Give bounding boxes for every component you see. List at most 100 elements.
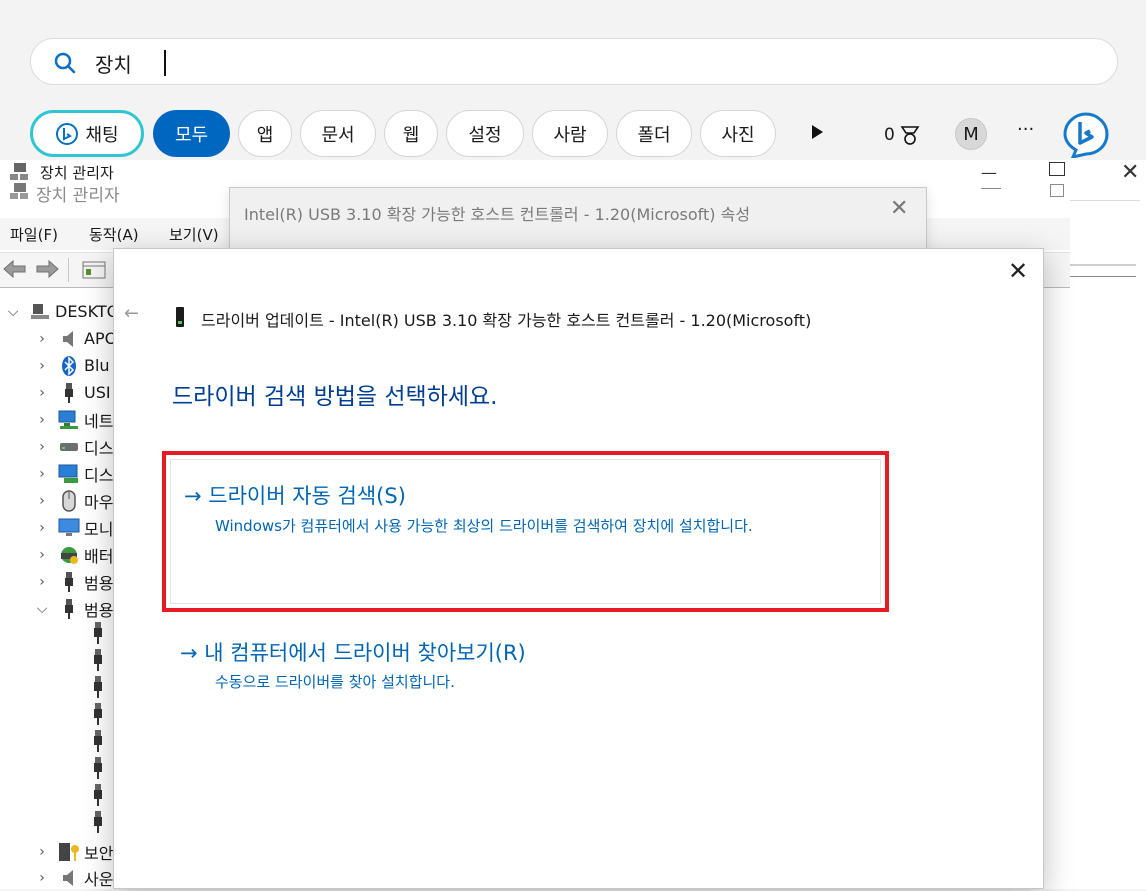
bing-icon[interactable]: [1063, 112, 1109, 158]
properties-grid-icon[interactable]: [82, 260, 106, 280]
tree-item-usb[interactable]: › USI: [0, 379, 111, 406]
tree-item-monitor[interactable]: › 모니: [0, 514, 113, 541]
properties-dialog-title: Intel(R) USB 3.10 확장 가능한 호스트 컨트롤러 - 1.20…: [244, 205, 751, 224]
tree-item-disk[interactable]: › 디스: [0, 433, 113, 460]
computer-icon: [29, 302, 51, 322]
chevron-right-icon: ›: [39, 843, 45, 860]
menu-file[interactable]: 파일(F): [10, 224, 58, 245]
bing-chat-icon: [56, 122, 79, 145]
tree-item-label: 마우: [84, 492, 114, 512]
tree-root[interactable]: ⌵ DESKTO: [0, 298, 120, 325]
text-caret: [164, 50, 166, 76]
chip-web-label: 웹: [402, 124, 420, 146]
usb-plug-icon: [58, 598, 80, 619]
option-description: 수동으로 드라이버를 찾아 설치합니다.: [215, 673, 455, 691]
network-icon: [58, 410, 80, 430]
divider: [1070, 200, 1140, 201]
usb-device-icon[interactable]: [92, 730, 104, 752]
usb-device-icon[interactable]: [92, 757, 104, 779]
chip-web[interactable]: 웹: [384, 110, 438, 157]
usb-plug-icon: [58, 571, 80, 592]
tree-item-display[interactable]: › 디스: [0, 460, 113, 487]
tree-item-battery[interactable]: › 배터: [0, 541, 113, 568]
chevron-right-icon: ›: [39, 519, 45, 536]
more-options-label: ···: [1017, 119, 1035, 140]
maximize-button[interactable]: [1049, 162, 1065, 176]
usb-device-icon[interactable]: [92, 622, 104, 644]
tree-item-sound[interactable]: › 사운: [0, 864, 113, 891]
browse-my-computer-option[interactable]: → 내 컴퓨터에서 드라이버 찾아보기(R) 수동으로 드라이버를 찾아 설치합…: [180, 633, 880, 703]
chip-chat-label: 채팅: [85, 124, 119, 146]
usb-device-icon[interactable]: [92, 784, 104, 806]
tree-item-network[interactable]: › 네트: [0, 406, 113, 433]
rewards-points[interactable]: 0: [884, 124, 921, 146]
close-icon[interactable]: ✕: [1008, 257, 1028, 285]
chevron-right-icon: ›: [39, 546, 45, 563]
chip-photos[interactable]: 사진: [700, 110, 776, 157]
chevron-right-icon: ›: [39, 384, 45, 401]
tree-item-apo[interactable]: › APO: [0, 325, 117, 352]
usb-device-icon[interactable]: [92, 811, 104, 833]
tree-item-serial-bus-2[interactable]: ⌵ 범용: [0, 595, 113, 622]
usb-device-icon[interactable]: [92, 703, 104, 725]
chip-apps[interactable]: 앱: [238, 110, 292, 157]
search-automatically-option[interactable]: → 드라이버 자동 검색(S) Windows가 컴퓨터에서 사용 가능한 최상…: [170, 459, 881, 604]
close-icon[interactable]: ✕: [890, 196, 908, 221]
minimize-icon-inactive: [981, 188, 1001, 189]
tree-root-label: DESKTO: [55, 302, 120, 321]
menu-action[interactable]: 동작(A): [89, 224, 139, 245]
chip-people[interactable]: 사람: [532, 110, 608, 157]
chip-documents-label: 문서: [321, 124, 355, 146]
back-arrow-icon[interactable]: ←: [124, 303, 139, 324]
tree-item-label: 디스: [84, 465, 114, 485]
maximize-icon-inactive: [1050, 184, 1064, 197]
tree-item-label: 사운: [84, 869, 114, 889]
chip-settings-label: 설정: [468, 124, 502, 146]
option-description: Windows가 컴퓨터에서 사용 가능한 최상의 드라이버를 검색하여 장치에…: [215, 517, 753, 535]
tree-item-security[interactable]: › 보안: [0, 838, 113, 865]
chip-all[interactable]: 모두: [153, 110, 230, 157]
chip-photos-label: 사진: [721, 124, 755, 146]
bluetooth-icon: [58, 355, 80, 376]
close-window-button[interactable]: ✕: [1121, 160, 1139, 185]
divider: [1070, 276, 1136, 277]
back-arrow-icon[interactable]: [2, 258, 28, 280]
tree-item-label: 범용: [84, 573, 114, 593]
tree-item-serial-bus-1[interactable]: › 범용: [0, 568, 113, 595]
chip-documents[interactable]: 문서: [300, 110, 376, 157]
monitor-icon: [58, 518, 80, 538]
chip-folders[interactable]: 폴더: [616, 110, 692, 157]
tree-item-label: 배터: [84, 546, 114, 566]
chip-chat[interactable]: 채팅: [30, 110, 144, 157]
tree-item-label: 네트: [84, 411, 114, 431]
option-title: → 내 컴퓨터에서 드라이버 찾아보기(R): [180, 641, 526, 665]
mouse-icon: [58, 489, 80, 512]
search-icon: [54, 52, 76, 74]
chevron-right-icon: ›: [39, 330, 45, 347]
usb-device-icon[interactable]: [92, 649, 104, 671]
menu-view[interactable]: 보기(V): [169, 224, 219, 245]
forward-arrow-icon[interactable]: [34, 258, 60, 280]
rewards-points-value: 0: [884, 125, 895, 145]
divider: [1070, 264, 1136, 266]
chip-settings[interactable]: 설정: [446, 110, 524, 157]
minimize-button[interactable]: —: [981, 163, 997, 182]
more-filters-play-icon[interactable]: [810, 124, 824, 145]
search-input[interactable]: 장치: [95, 49, 132, 78]
tree-item-mouse[interactable]: › 마우: [0, 487, 113, 514]
tree-item-bluetooth[interactable]: › Blu: [0, 352, 110, 379]
option-title: → 드라이버 자동 검색(S): [184, 484, 406, 508]
chip-apps-label: 앱: [256, 124, 274, 146]
usb-device-icon[interactable]: [92, 676, 104, 698]
chip-folders-label: 폴더: [637, 124, 671, 146]
window-title: 장치 관리자: [40, 164, 114, 182]
search-box[interactable]: 장치: [30, 38, 1118, 85]
device-manager-icon: [10, 163, 28, 199]
more-options-button[interactable]: ···: [1017, 119, 1034, 140]
avatar[interactable]: M: [955, 118, 987, 150]
tree-item-label: 보안: [84, 843, 114, 863]
disk-drive-icon: [58, 437, 80, 457]
speaker-icon: [58, 868, 80, 888]
chip-people-label: 사람: [553, 124, 587, 146]
tree-item-label: Blu: [84, 356, 110, 375]
